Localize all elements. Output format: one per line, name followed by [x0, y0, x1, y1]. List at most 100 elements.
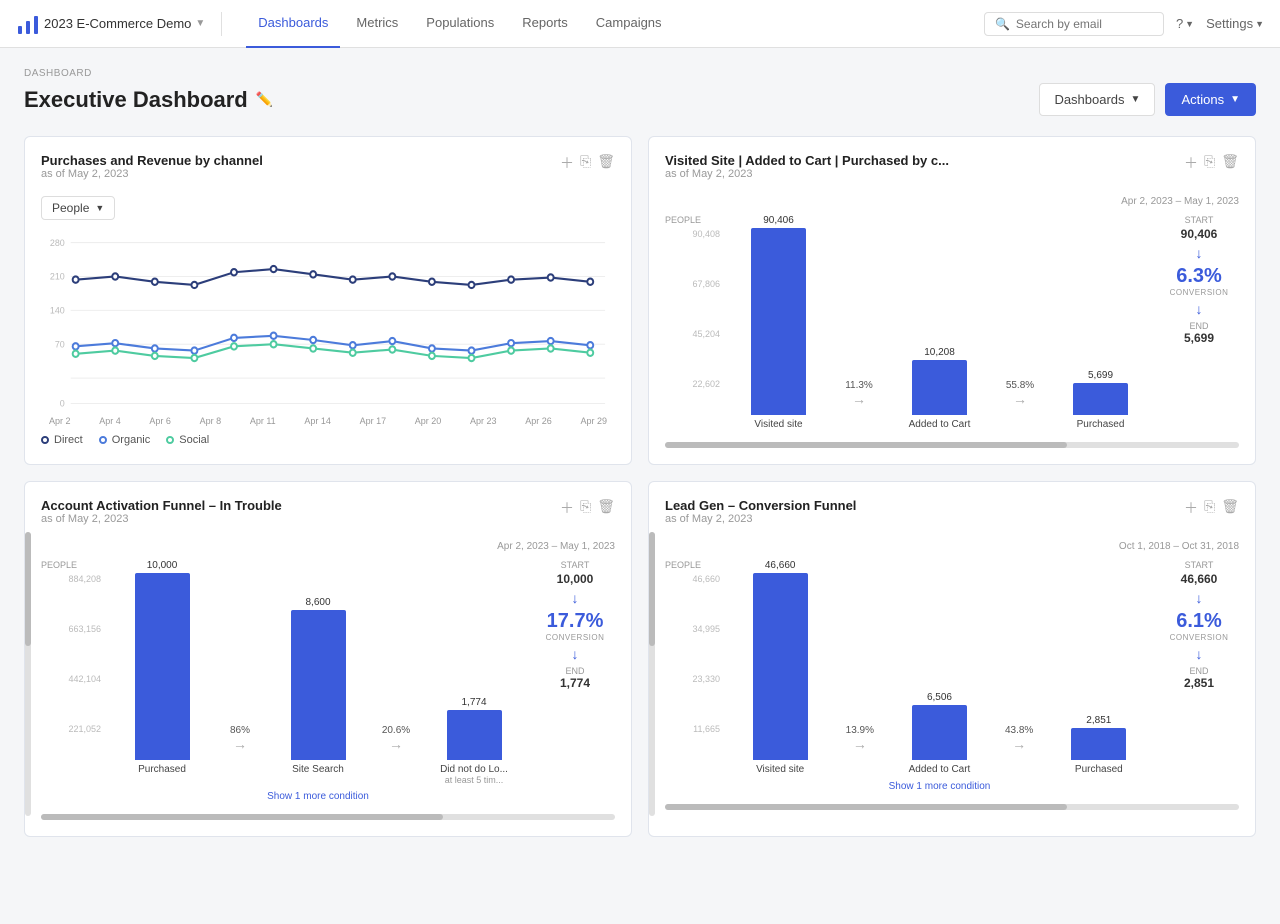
card2-label3: Purchased: [1050, 415, 1151, 430]
card4-copy-icon[interactable]: ⎘: [1204, 498, 1215, 518]
card3-delete-icon[interactable]: 🗑: [597, 498, 615, 518]
card4-arrow1-icon: →: [853, 736, 867, 752]
settings-chevron-icon: ▼: [1255, 19, 1264, 29]
brand-selector[interactable]: 2023 E-Commerce Demo ▼: [16, 12, 222, 36]
tab-populations[interactable]: Populations: [414, 0, 506, 48]
card3-v-scroll[interactable]: [25, 532, 31, 816]
card2-transition1: 11.3% →: [829, 380, 889, 415]
tab-dashboards[interactable]: Dashboards: [246, 0, 340, 48]
card2-copy-icon[interactable]: ⎘: [1204, 153, 1215, 173]
card2-transition2: 55.8% →: [990, 380, 1050, 415]
search-input[interactable]: [1016, 17, 1153, 31]
card4-more-condition[interactable]: Show 1 more condition: [728, 781, 1151, 792]
card3-arrow1-icon: →: [233, 736, 247, 752]
card2-y3: 45,204: [692, 329, 720, 339]
card4-title: Lead Gen – Conversion Funnel: [665, 498, 856, 513]
card1-subtitle: as of May 2, 2023: [41, 168, 263, 180]
legend-social-dot: [166, 436, 174, 444]
card3-date-range: Apr 2, 2023 – May 1, 2023: [41, 541, 615, 552]
card4-down-arrow-icon: ↓: [1196, 590, 1203, 606]
dashboards-btn-label: Dashboards: [1054, 92, 1124, 107]
card4-bar3-value: 2,851: [1086, 715, 1111, 726]
svg-text:210: 210: [50, 271, 65, 281]
card2-scrollbar[interactable]: [665, 442, 1239, 448]
card3-start-value: 10,000: [557, 572, 594, 586]
page-content: DASHBOARD Executive Dashboard ✏️ Dashboa…: [0, 48, 1280, 857]
brand-chevron-icon: ▼: [195, 18, 205, 29]
card3-pct1: 86%: [230, 725, 250, 736]
card3-down-arrow-icon: ↓: [572, 590, 579, 606]
card3-add-icon[interactable]: ＋: [560, 498, 574, 518]
card3-label3: Did not do Lo...: [421, 760, 527, 775]
edit-icon[interactable]: ✏️: [256, 91, 273, 108]
card2-header: Visited Site | Added to Cart | Purchased…: [665, 153, 1239, 192]
card3-more-condition[interactable]: Show 1 more condition: [109, 791, 527, 802]
card3-people-label: PEOPLE: [41, 560, 101, 570]
card3-label2: Site Search: [265, 760, 371, 785]
card2-bar1: [751, 228, 806, 415]
card2-bar2-value: 10,208: [924, 347, 955, 358]
card2-add-icon[interactable]: ＋: [1184, 153, 1198, 173]
card3-copy-icon[interactable]: ⎘: [580, 498, 591, 518]
card2-conversion: 6.3%: [1176, 265, 1222, 288]
card3-bars-area: 10,000 86% → 8,600: [109, 560, 527, 802]
card2-label1: Visited site: [728, 415, 829, 430]
card2-bar2-group: 10,208: [889, 215, 990, 415]
tab-reports[interactable]: Reports: [510, 0, 580, 48]
card4-scrollbar[interactable]: [665, 804, 1239, 810]
people-dropdown[interactable]: People ▼: [41, 196, 115, 220]
card4-content: PEOPLE 46,660 34,995 23,330 11,665 46,: [665, 560, 1239, 792]
card1-delete-icon[interactable]: 🗑: [597, 153, 615, 173]
card3-down-arrow2-icon: ↓: [572, 646, 579, 662]
card3-scrollbar[interactable]: [41, 814, 615, 820]
card3-pct2: 20.6%: [382, 725, 410, 736]
card4-add-icon[interactable]: ＋: [1184, 498, 1198, 518]
card4-side-info: START 46,660 ↓ 6.1% CONVERSION ↓ END 2,8…: [1159, 560, 1239, 792]
card4-v-scroll[interactable]: [649, 532, 655, 816]
search-box[interactable]: 🔍: [984, 12, 1164, 36]
card2-bar2: [912, 360, 967, 415]
x-label-7: Apr 20: [415, 416, 442, 426]
card2-side-info: START 90,406 ↓ 6.3% CONVERSION ↓ END 5,6…: [1159, 215, 1239, 430]
card3-x-labels: Purchased Site Search Did not do Lo... a…: [109, 760, 527, 785]
dashboards-button[interactable]: Dashboards ▼: [1039, 83, 1155, 116]
card4-pct1: 13.9%: [846, 725, 874, 736]
card4-bar1-value: 46,660: [765, 560, 796, 571]
card2-start-label: START: [1185, 215, 1214, 225]
legend-direct: Direct: [41, 434, 83, 446]
dashboards-chevron-icon: ▼: [1131, 94, 1141, 105]
card3-conversion-label: CONVERSION: [546, 633, 605, 642]
card2-pct2: 55.8%: [1006, 380, 1034, 391]
card4-v-scroll-thumb: [649, 532, 655, 646]
card1-add-icon[interactable]: ＋: [560, 153, 574, 173]
card2-delete-icon[interactable]: 🗑: [1221, 153, 1239, 173]
x-label-8: Apr 23: [470, 416, 497, 426]
tab-metrics[interactable]: Metrics: [344, 0, 410, 48]
x-label-5: Apr 14: [304, 416, 331, 426]
card1-copy-icon[interactable]: ⎘: [580, 153, 591, 173]
card3-y2: 663,156: [68, 624, 101, 634]
card3-end-value: 1,774: [560, 676, 590, 690]
card2-y2: 67,806: [692, 279, 720, 289]
card2-start-value: 90,406: [1181, 227, 1218, 241]
legend-direct-label: Direct: [54, 434, 83, 446]
card3-label1: Purchased: [109, 760, 215, 785]
tab-campaigns[interactable]: Campaigns: [584, 0, 674, 48]
nav-tabs: Dashboards Metrics Populations Reports C…: [246, 0, 960, 48]
actions-button[interactable]: Actions ▼: [1165, 83, 1256, 116]
card3-end-label: END: [565, 666, 584, 676]
card2-scrollbar-thumb: [665, 442, 1067, 448]
card2-bar3-value: 5,699: [1088, 370, 1113, 381]
help-button[interactable]: ? ▼: [1176, 16, 1194, 31]
card4-header: Lead Gen – Conversion Funnel as of May 2…: [665, 498, 1239, 537]
legend-social-label: Social: [179, 434, 209, 446]
legend-organic-label: Organic: [112, 434, 151, 446]
card-account-activation: Account Activation Funnel – In Trouble a…: [24, 481, 632, 837]
card4-delete-icon[interactable]: 🗑: [1221, 498, 1239, 518]
page-header: Executive Dashboard ✏️ Dashboards ▼ Acti…: [24, 83, 1256, 116]
x-label-10: Apr 29: [580, 416, 607, 426]
settings-button[interactable]: Settings ▼: [1206, 16, 1264, 31]
svg-text:70: 70: [55, 339, 65, 349]
card4-conversion-label: CONVERSION: [1170, 633, 1229, 642]
card3-content: PEOPLE 884,208 663,156 442,104 221,052: [41, 560, 615, 802]
